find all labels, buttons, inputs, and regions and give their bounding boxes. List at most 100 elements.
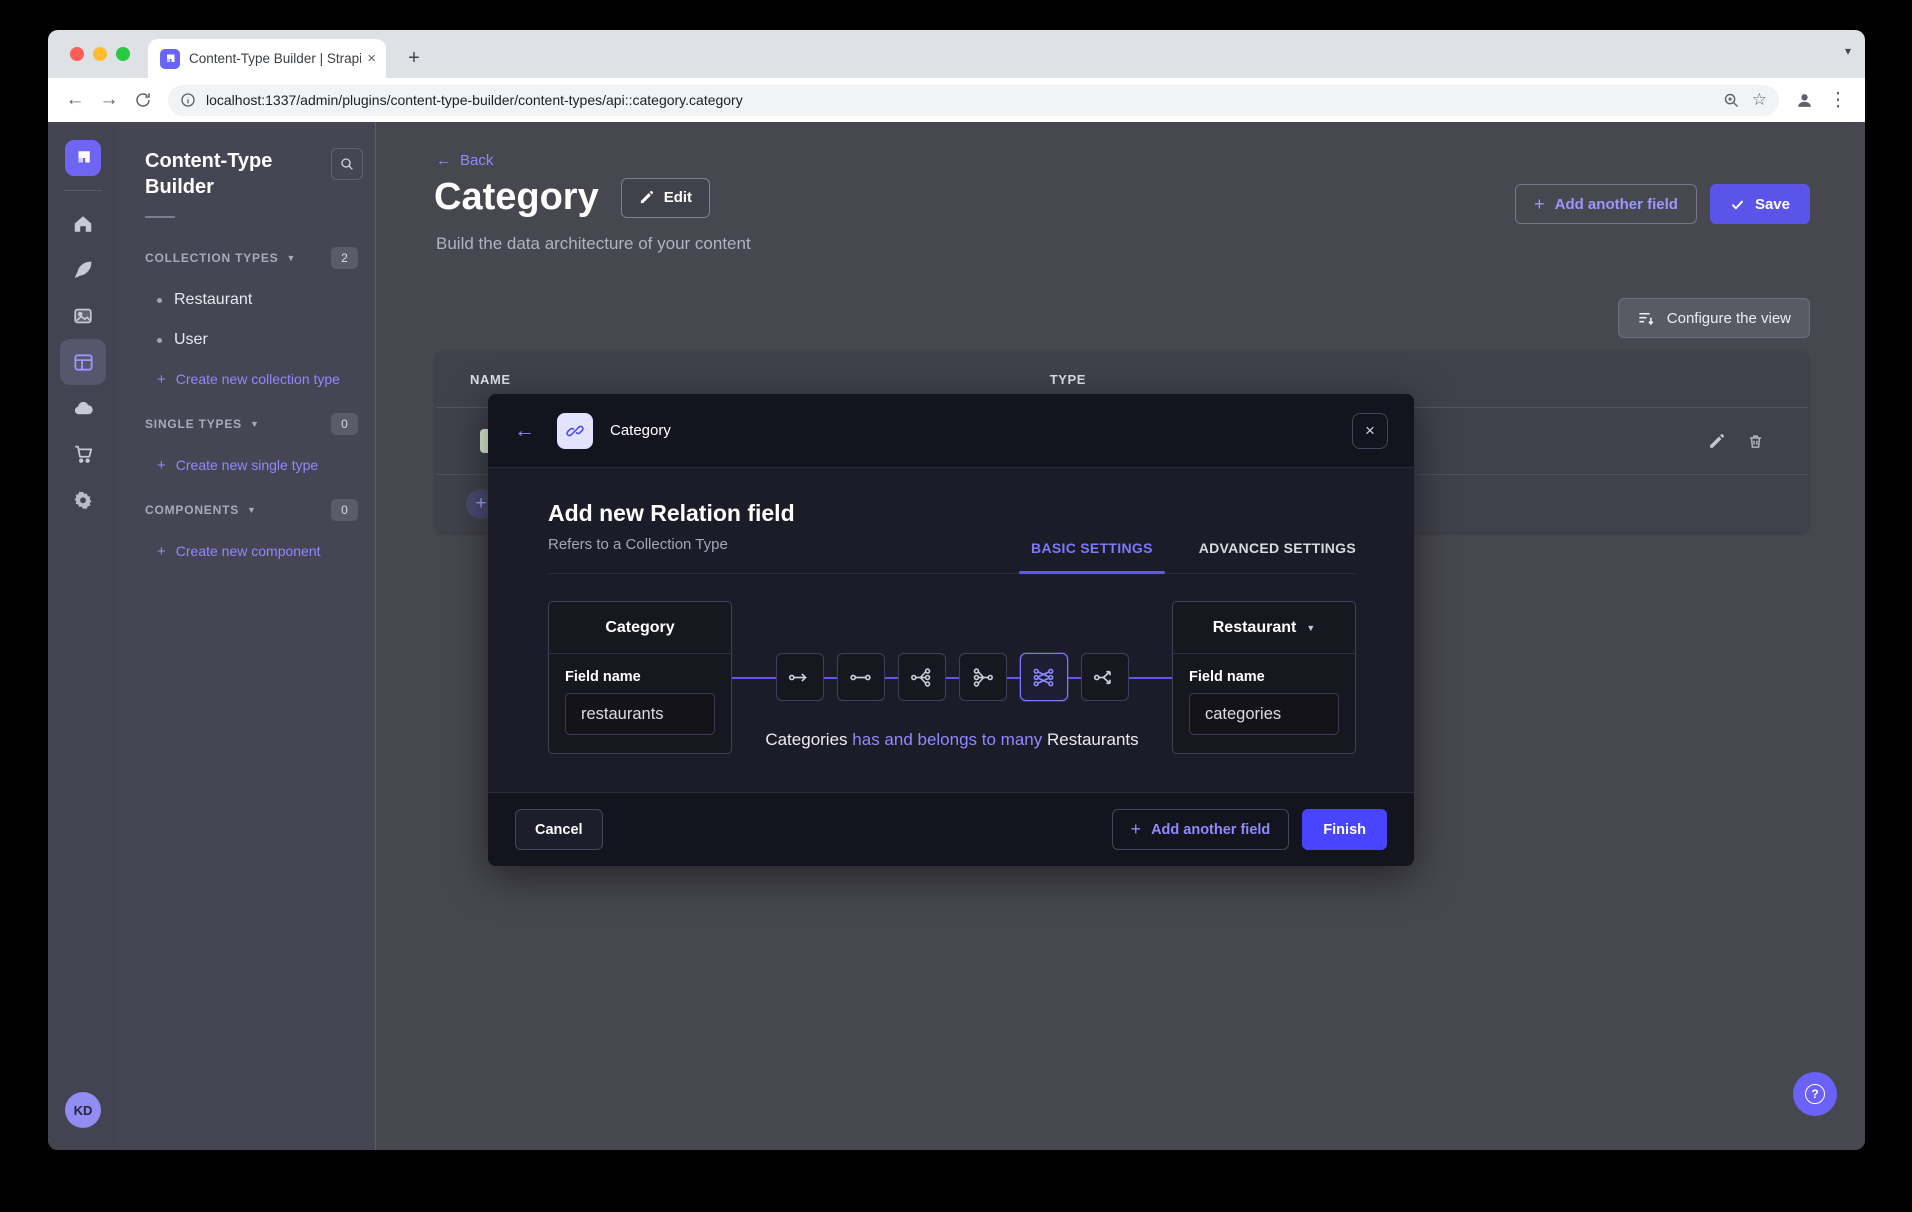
relation-one-way-button[interactable]	[776, 653, 824, 701]
plus-icon: +	[157, 371, 166, 388]
edit-field-icon[interactable]	[1708, 433, 1725, 450]
sidebar-item-home[interactable]	[60, 201, 106, 247]
cancel-button[interactable]: Cancel	[515, 809, 603, 850]
plus-icon: +	[157, 543, 166, 560]
tab-advanced-settings[interactable]: ADVANCED SETTINGS	[1199, 540, 1356, 573]
modal-back-icon[interactable]: ←	[514, 419, 535, 443]
sidebar-item-settings[interactable]	[60, 477, 106, 523]
button-label: Configure the view	[1667, 310, 1791, 327]
question-mark-icon: ?	[1805, 1084, 1825, 1104]
tab-title: Content-Type Builder | Strapi	[189, 51, 361, 66]
list-settings-icon	[1637, 309, 1656, 328]
relation-source-label: Categories	[765, 730, 847, 749]
relation-many-way-button[interactable]	[1081, 653, 1129, 701]
profile-icon[interactable]	[1789, 85, 1819, 115]
tab-basic-settings[interactable]: BASIC SETTINGS	[1031, 540, 1153, 573]
strapi-favicon-icon	[160, 49, 180, 69]
main-nav-rail: KD	[48, 122, 118, 1150]
modal-title: Add new Relation field	[548, 500, 795, 527]
field-name-label: Field name	[1189, 669, 1339, 685]
create-single-type-link[interactable]: + Create new single type	[145, 446, 363, 484]
back-link[interactable]: ← Back	[436, 152, 493, 169]
macos-minimize-button[interactable]	[93, 47, 107, 61]
url-text[interactable]: localhost:1337/admin/plugins/content-typ…	[206, 92, 1711, 108]
add-another-field-modal-button[interactable]: + Add another field	[1112, 809, 1290, 850]
add-another-field-header-button[interactable]: + Add another field	[1515, 184, 1697, 224]
modal-subtitle: Refers to a Collection Type	[548, 536, 795, 573]
relation-sentence: Categories has and belongs to many Resta…	[765, 730, 1138, 750]
edit-label: Edit	[664, 189, 692, 206]
count-badge: 0	[331, 499, 358, 521]
sidebar-item-content-manager[interactable]	[60, 247, 106, 293]
create-collection-type-link[interactable]: + Create new collection type	[145, 360, 363, 398]
browser-back-button[interactable]: ←	[60, 85, 90, 115]
browser-reload-button[interactable]	[128, 85, 158, 115]
relation-many-to-many-button[interactable]	[1020, 653, 1068, 701]
tab-search-chevron-icon[interactable]: ▾	[1845, 44, 1851, 58]
chevron-down-icon: ▼	[250, 419, 259, 429]
save-button[interactable]: Save	[1710, 184, 1810, 224]
many-to-many-icon	[1031, 665, 1056, 690]
search-button[interactable]	[331, 148, 363, 180]
browser-tab[interactable]: Content-Type Builder | Strapi ×	[148, 39, 386, 78]
delete-field-icon[interactable]	[1747, 433, 1764, 450]
finish-button[interactable]: Finish	[1302, 809, 1387, 850]
strapi-logo-icon[interactable]	[65, 140, 101, 176]
chevron-down-icon: ▼	[247, 505, 256, 515]
zoom-page-icon[interactable]	[1723, 92, 1740, 109]
new-tab-button[interactable]: +	[400, 44, 428, 72]
site-info-icon[interactable]	[180, 92, 196, 108]
source-card: Category Field name	[548, 601, 732, 754]
sidebar-item-restaurant[interactable]: Restaurant	[145, 280, 363, 320]
field-name-label: Field name	[565, 669, 715, 685]
target-card-title: Restaurant	[1213, 619, 1297, 637]
tab-close-icon[interactable]: ×	[367, 50, 376, 67]
plus-icon: +	[1131, 819, 1142, 840]
source-card-title: Category	[549, 602, 731, 654]
configure-view-button[interactable]: Configure the view	[1618, 298, 1810, 338]
count-badge: 0	[331, 413, 358, 435]
bookmark-star-icon[interactable]: ☆	[1752, 90, 1767, 110]
page-subtitle: Build the data architecture of your cont…	[436, 234, 751, 254]
strapi-admin: KD Content-Type Builder COLLECTION TYPES…	[48, 122, 1865, 1150]
user-avatar[interactable]: KD	[65, 1092, 101, 1128]
target-collection-select[interactable]: Restaurant ▼	[1173, 602, 1355, 654]
one-to-one-icon	[848, 665, 873, 690]
close-icon[interactable]: ×	[1352, 413, 1388, 449]
pencil-icon	[639, 190, 654, 205]
modal-body: Add new Relation field Refers to a Colle…	[488, 468, 1414, 792]
sidebar-item-deploy-cloud[interactable]	[60, 385, 106, 431]
macos-zoom-button[interactable]	[116, 47, 130, 61]
button-label: Save	[1755, 196, 1790, 213]
sidebar-item-media-library[interactable]	[60, 293, 106, 339]
relation-one-to-many-button[interactable]	[898, 653, 946, 701]
section-single-types[interactable]: SINGLE TYPES ▼ 0	[145, 408, 363, 440]
help-button[interactable]: ?	[1793, 1072, 1837, 1116]
back-label: Back	[460, 152, 493, 169]
section-components[interactable]: COMPONENTS ▼ 0	[145, 494, 363, 526]
section-collection-types[interactable]: COLLECTION TYPES ▼ 2	[145, 242, 363, 274]
macos-close-button[interactable]	[70, 47, 84, 61]
check-icon	[1730, 197, 1745, 212]
browser-forward-button[interactable]: →	[94, 85, 124, 115]
column-name: NAME	[470, 372, 511, 387]
sidebar-item-content-type-builder[interactable]	[60, 339, 106, 385]
sidebar-item-marketplace[interactable]	[60, 431, 106, 477]
one-to-many-icon	[909, 665, 934, 690]
relation-one-to-one-button[interactable]	[837, 653, 885, 701]
page-title: Category	[434, 176, 599, 219]
sidebar-item-user[interactable]: User	[145, 320, 363, 360]
create-component-link[interactable]: + Create new component	[145, 532, 363, 570]
screen: Content-Type Builder | Strapi × + ▾ ← → …	[0, 0, 1912, 1212]
link-label: Create new component	[176, 543, 321, 559]
relation-many-to-one-button[interactable]	[959, 653, 1007, 701]
edit-button[interactable]: Edit	[621, 178, 710, 218]
item-label: Restaurant	[174, 291, 252, 309]
browser-menu-icon[interactable]: ⋮	[1823, 85, 1853, 115]
source-field-name-input[interactable]	[565, 693, 715, 735]
chevron-down-icon: ▼	[1306, 623, 1315, 633]
many-way-icon	[1092, 665, 1117, 690]
target-field-name-input[interactable]	[1189, 693, 1339, 735]
address-bar[interactable]: localhost:1337/admin/plugins/content-typ…	[168, 85, 1779, 116]
content-type-builder-panel: Content-Type Builder COLLECTION TYPES ▼ …	[118, 122, 376, 1150]
